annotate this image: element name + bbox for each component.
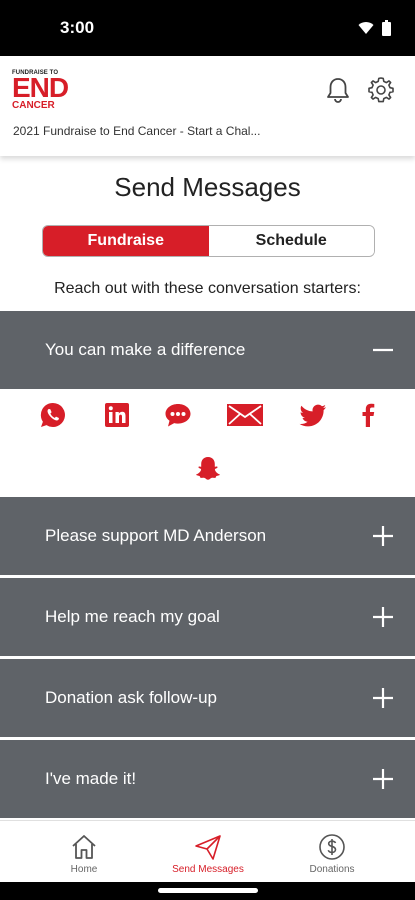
message-row[interactable]: Help me reach my goal xyxy=(0,578,415,656)
page-title: Send Messages xyxy=(114,172,301,202)
intro-text: Reach out with these conversation starte… xyxy=(54,280,361,297)
twitter-icon[interactable] xyxy=(298,400,328,430)
home-gesture-pill[interactable] xyxy=(158,888,258,893)
system-nav-bar xyxy=(0,882,415,900)
status-icons xyxy=(358,20,391,36)
fundraise-to-end-cancer-logo[interactable]: FUNDRAISE TO END CANCER xyxy=(12,70,72,111)
nav-home[interactable]: Home xyxy=(24,821,144,883)
nav-donations[interactable]: Donations xyxy=(272,821,392,883)
linkedin-icon[interactable] xyxy=(102,400,132,430)
status-bar: 3:00 xyxy=(0,0,415,56)
expand-icon[interactable] xyxy=(371,524,395,548)
nav-send-messages-label: Send Messages xyxy=(172,864,244,875)
email-icon[interactable] xyxy=(226,400,264,430)
tab-fundraise[interactable]: Fundraise xyxy=(43,226,209,256)
message-row[interactable]: Please support MD Anderson xyxy=(0,497,415,575)
app-header: FUNDRAISE TO END CANCER 2021 Fundraise t… xyxy=(0,56,415,156)
paper-plane-icon xyxy=(195,835,221,860)
gear-icon[interactable] xyxy=(367,76,395,104)
whatsapp-icon[interactable] xyxy=(38,400,68,430)
bell-icon[interactable] xyxy=(324,76,352,104)
expand-icon[interactable] xyxy=(371,605,395,629)
logo-main-text: END xyxy=(12,72,69,103)
message-label: Please support MD Anderson xyxy=(45,526,267,545)
message-label: Donation ask follow-up xyxy=(45,688,217,707)
collapse-icon[interactable] xyxy=(371,338,395,362)
nav-donations-label: Donations xyxy=(309,864,355,875)
wifi-icon xyxy=(358,22,374,34)
message-label: You can make a difference xyxy=(45,340,246,359)
home-icon xyxy=(72,835,96,859)
tab-schedule[interactable]: Schedule xyxy=(208,226,374,256)
message-row[interactable]: You can make a difference xyxy=(0,311,415,389)
bottom-nav: Home Send Messages Donations xyxy=(0,820,415,882)
message-row[interactable]: I've made it! xyxy=(0,740,415,818)
message-label: Help me reach my goal xyxy=(45,607,220,626)
nav-home-label: Home xyxy=(70,864,98,875)
status-time: 3:00 xyxy=(60,18,95,37)
message-label: I've made it! xyxy=(45,769,137,788)
message-row[interactable]: Donation ask follow-up xyxy=(0,659,415,737)
dollar-icon xyxy=(319,834,345,860)
facebook-icon[interactable] xyxy=(356,400,380,430)
snapchat-icon[interactable] xyxy=(193,454,223,484)
battery-icon xyxy=(382,20,391,36)
expand-icon[interactable] xyxy=(371,767,395,791)
expand-icon[interactable] xyxy=(371,686,395,710)
share-options xyxy=(0,390,415,496)
campaign-subtitle[interactable]: 2021 Fundraise to End Cancer - Start a C… xyxy=(13,124,260,138)
sms-icon[interactable] xyxy=(163,400,193,430)
message-type-toggle: Fundraise Schedule xyxy=(42,225,375,257)
nav-send-messages[interactable]: Send Messages xyxy=(148,821,268,883)
